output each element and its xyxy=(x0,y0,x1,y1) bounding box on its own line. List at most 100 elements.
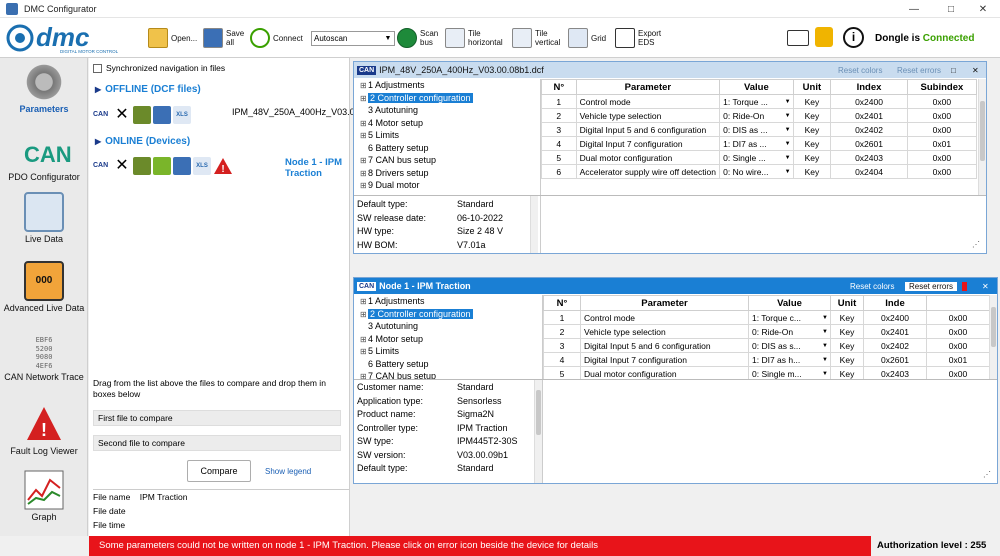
chevron-down-icon[interactable]: ▼ xyxy=(785,166,791,178)
first-file-dropzone[interactable]: First file to compare xyxy=(93,410,341,426)
chevron-down-icon[interactable]: ▼ xyxy=(785,110,791,122)
tree-item[interactable]: ⊞7 CAN bus setup xyxy=(354,154,540,167)
autoscan-select[interactable]: Autoscan ▼ xyxy=(311,31,395,46)
chevron-down-icon[interactable]: ▼ xyxy=(822,340,828,352)
table-row[interactable]: 4 Digital Input 7 configuration 1: DI7 as … xyxy=(541,136,978,151)
tree-item[interactable]: 3 Autotuning xyxy=(354,104,540,117)
resize-grip-icon[interactable]: ⋰ xyxy=(983,470,995,482)
online-device-row[interactable]: CAN ✕ XLS ! xyxy=(93,157,233,175)
maximize-icon[interactable]: □ xyxy=(951,66,956,75)
tree-item[interactable]: ⊞ 2 Controller configuration xyxy=(354,92,540,105)
tree-item[interactable]: ⊞5 Limits xyxy=(354,129,540,142)
expand-icon[interactable]: ⊞ xyxy=(360,180,368,193)
expand-icon[interactable]: ⊞ xyxy=(360,346,368,359)
table-row[interactable]: 3 Digital Input 5 and 6 configuration 0: D… xyxy=(541,122,978,137)
grid-button[interactable]: Grid xyxy=(568,24,606,52)
tree-item[interactable]: ⊞9 Dual motor xyxy=(354,179,540,192)
cell-value[interactable]: 1: Torque ... ▼ xyxy=(719,94,794,109)
minimize-button[interactable]: — xyxy=(897,0,931,18)
xls-icon[interactable]: XLS xyxy=(193,157,211,175)
table-row[interactable]: 1 Control mode 1: Torque c... ▼ Key 0x2400 0x0… xyxy=(543,310,990,325)
error-marker-icon[interactable] xyxy=(962,281,967,291)
chevron-down-icon[interactable]: ▼ xyxy=(822,312,828,324)
table-row[interactable]: 3 Digital Input 5 and 6 configuration 0: D… xyxy=(543,338,990,353)
show-legend-link[interactable]: Show legend xyxy=(265,467,311,476)
chevron-down-icon[interactable]: ▼ xyxy=(822,354,828,366)
nav-advanced-live-data[interactable]: 000 Advanced Live Data xyxy=(0,261,88,313)
nav-can-network-trace[interactable]: EBF6 5200 9080 4EF6 CAN Network Trace xyxy=(0,334,88,382)
chevron-down-icon[interactable]: ▼ xyxy=(785,138,791,150)
tile-horizontal-button[interactable]: Tile horizontal xyxy=(445,24,503,52)
cell-value[interactable]: 0: Ride-On ▼ xyxy=(719,108,794,123)
tree-item[interactable]: ⊞4 Motor setup xyxy=(354,333,540,346)
online-group-header[interactable]: ▶ ONLINE (Devices) xyxy=(95,136,190,147)
expand-icon[interactable]: ⊞ xyxy=(360,296,368,309)
xls-icon[interactable]: XLS xyxy=(173,106,191,124)
chevron-down-icon[interactable]: ▼ xyxy=(785,124,791,136)
chevron-down-icon[interactable]: ▼ xyxy=(785,152,791,164)
scan-bus-button[interactable]: Scan bus xyxy=(397,24,438,52)
table-row[interactable]: 1 Control mode 1: Torque ... ▼ Key 0x2400 0x00 xyxy=(541,94,978,109)
table-row[interactable]: 2 Vehicle type selection 0: Ride-On ▼ Key 0x2… xyxy=(543,324,990,339)
tree-item[interactable]: 6 Battery setup xyxy=(354,358,540,371)
edit-icon[interactable] xyxy=(153,106,171,124)
nav-live-data[interactable]: Live Data xyxy=(0,192,88,244)
disconnect-icon[interactable]: ✕ xyxy=(113,106,131,124)
offline-group-header[interactable]: ▶ OFFLINE (DCF files) xyxy=(95,84,201,95)
manual-book-icon[interactable] xyxy=(787,30,809,46)
nav-graph[interactable]: Graph xyxy=(0,470,88,522)
open-button[interactable]: Open... xyxy=(148,24,197,52)
tree-item[interactable]: ⊞4 Motor setup xyxy=(354,117,540,130)
sync-navigation-checkbox[interactable]: Synchronized navigation in files xyxy=(93,63,225,73)
cell-value[interactable]: 0: DIS as ... ▼ xyxy=(719,122,794,137)
error-warning-icon[interactable]: ! xyxy=(213,157,232,175)
maximize-button[interactable]: □ xyxy=(934,0,968,18)
cell-value[interactable]: 0: Single ... ▼ xyxy=(719,150,794,165)
save-icon[interactable] xyxy=(173,157,191,175)
expand-icon[interactable]: ⊞ xyxy=(360,130,368,143)
save-all-button[interactable]: Save all xyxy=(203,24,244,52)
tree-item[interactable]: ⊞1 Adjustments xyxy=(354,295,540,308)
tree-item[interactable]: ⊞7 CAN bus setup xyxy=(354,370,540,379)
compare-button[interactable]: Compare xyxy=(187,460,251,482)
lock-icon[interactable] xyxy=(815,27,833,47)
export-eds-button[interactable]: Export EDS xyxy=(615,24,661,52)
dcf-info-scrollbar[interactable] xyxy=(530,196,538,253)
node-info-scrollbar[interactable] xyxy=(534,380,542,483)
second-file-dropzone[interactable]: Second file to compare xyxy=(93,435,341,451)
cell-value[interactable]: 0: No wire... ▼ xyxy=(719,164,794,179)
reset-errors-button[interactable]: Reset errors xyxy=(905,281,958,291)
nav-pdo-configurator[interactable]: CAN PDO Configurator xyxy=(0,140,88,182)
tree-item[interactable]: ⊞1 Adjustments xyxy=(354,79,540,92)
tree-item[interactable]: 6 Battery setup xyxy=(354,142,540,155)
chevron-down-icon[interactable]: ▼ xyxy=(785,96,791,108)
reset-colors-button[interactable]: Reset colors xyxy=(850,282,894,291)
download-icon[interactable] xyxy=(133,157,151,175)
table-row[interactable]: 4 Digital Input 7 configuration 1: DI7 as … xyxy=(543,352,990,367)
cell-value[interactable]: 1: DI7 as h... ▼ xyxy=(748,352,831,367)
tree-item[interactable]: ⊞ 2 Controller configuration xyxy=(354,308,540,321)
nav-fault-log-viewer[interactable]: ! Fault Log Viewer xyxy=(0,404,88,456)
table-row[interactable]: 6 Accelerator supply wire off detection 0:… xyxy=(541,164,978,179)
close-icon[interactable]: ✕ xyxy=(972,66,979,75)
offline-file-row[interactable]: CAN ✕ XLS xyxy=(93,106,193,124)
chevron-down-icon[interactable]: ▼ xyxy=(822,326,828,338)
expand-icon[interactable]: ⊞ xyxy=(360,155,368,168)
info-icon[interactable]: i xyxy=(843,27,864,48)
dcf-table-scrollbar[interactable] xyxy=(978,79,986,195)
offline-file-name[interactable]: IPM_48V_250A_400Hz_V03.00.08b1.dcf xyxy=(232,107,397,117)
tile-vertical-button[interactable]: Tile vertical xyxy=(512,24,560,52)
online-node-name[interactable]: Node 1 - IPM Traction xyxy=(285,157,347,179)
resize-grip-icon[interactable]: ⋰ xyxy=(972,240,984,252)
nav-parameters[interactable]: Parameters xyxy=(0,62,88,114)
tree-item[interactable]: ⊞8 Drivers setup xyxy=(354,167,540,180)
close-icon[interactable]: ✕ xyxy=(982,282,989,291)
cell-value[interactable]: 1: Torque c... ▼ xyxy=(748,310,831,325)
reset-colors-button[interactable]: Reset colors xyxy=(838,66,882,75)
close-window-button[interactable]: ✕ xyxy=(966,0,1000,18)
cell-value[interactable]: 0: DIS as s... ▼ xyxy=(748,338,831,353)
upload-icon[interactable] xyxy=(153,157,171,175)
cell-value[interactable]: 0: Ride-On ▼ xyxy=(748,324,831,339)
table-row[interactable]: 2 Vehicle type selection 0: Ride-On ▼ Key 0x2… xyxy=(541,108,978,123)
node-table-scrollbar[interactable] xyxy=(989,295,997,379)
